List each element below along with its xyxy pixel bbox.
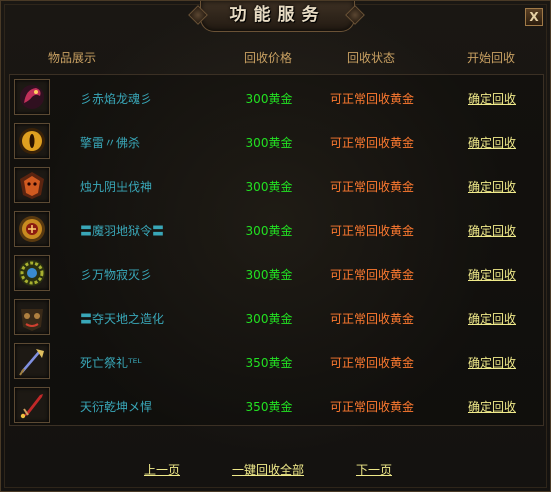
item-row: 死亡祭礼ᵀᴱᴸ 350黄金 可正常回收黄金 确定回收 [10,339,543,383]
item-name: 擎雷〃佛杀 [80,136,141,150]
beast-mask-icon [21,309,43,331]
recycle-service-panel: 功能服务 X 物品展示 回收价格 回收状态 开始回收 彡赤焰龙魂彡 300黄金 可正… [0,0,551,492]
item-status: 可正常回收黄金 [329,312,415,326]
close-button[interactable]: X [525,8,543,26]
header-action: 开始回收 [466,51,516,65]
next-page-link[interactable]: 下一页 [356,461,392,478]
item-row: 〓魔羽地狱令〓 300黄金 可正常回收黄金 确定回收 [10,207,543,251]
staff-icon [19,349,44,376]
header-item: 物品展示 [47,51,97,65]
confirm-recycle-link[interactable]: 确定回收 [468,134,516,151]
item-status: 可正常回收黄金 [329,356,415,370]
item-status: 可正常回收黄金 [329,92,415,106]
item-row: 彡赤焰龙魂彡 300黄金 可正常回收黄金 确定回收 [10,75,543,119]
confirm-recycle-link[interactable]: 确定回收 [468,354,516,371]
confirm-recycle-link[interactable]: 确定回收 [468,222,516,239]
item-row: 烛九阴㞢伐神 300黄金 可正常回收黄金 确定回收 [10,163,543,207]
title-plate: 功能服务 [200,1,355,32]
item-slot [14,123,50,159]
item-status: 可正常回收黄金 [329,136,415,150]
hell-token-icon [19,216,45,242]
item-price: 300黄金 [245,312,293,326]
confirm-recycle-link[interactable]: 确定回收 [468,398,516,415]
item-slot [14,79,50,115]
confirm-recycle-link[interactable]: 确定回收 [468,178,516,195]
item-name: 彡万物寂灭彡 [80,268,153,282]
item-row: 〓夺天地之造化 300黄金 可正常回收黄金 确定回收 [10,295,543,339]
item-slot [14,255,50,291]
item-price: 300黄金 [245,92,293,106]
item-slot [14,299,50,335]
prev-page-link[interactable]: 上一页 [144,461,180,478]
item-slot [14,343,50,379]
item-list: 彡赤焰龙魂彡 300黄金 可正常回收黄金 确定回收 擎雷〃佛杀 300黄金 可正常回收黄金确… [9,74,544,426]
confirm-recycle-link[interactable]: 确定回收 [468,310,516,327]
item-status: 可正常回收黄金 [329,180,415,194]
item-row: 彡万物寂灭彡 300黄金 可正常回收黄金 确定回收 [10,251,543,295]
item-slot [14,211,50,247]
item-price: 350黄金 [245,400,293,414]
item-status: 可正常回收黄金 [329,400,415,414]
item-price: 350黄金 [245,356,293,370]
item-row: 天衍乾坤メ悍 350黄金 可正常回收黄金 确定回收 [10,383,543,427]
crimson-blade-icon [20,394,43,419]
item-row: 擎雷〃佛杀 300黄金 可正常回收黄金 确定回收 [10,119,543,163]
jade-emblem-icon [19,260,45,286]
item-price: 300黄金 [245,180,293,194]
item-price: 300黄金 [245,136,293,150]
confirm-recycle-link[interactable]: 确定回收 [468,266,516,283]
item-name: 〓夺天地之造化 [80,312,165,326]
item-price: 300黄金 [245,224,293,238]
item-slot [14,387,50,423]
item-slot [14,167,50,203]
item-name: 死亡祭礼ᵀᴱᴸ [80,356,142,370]
item-status: 可正常回收黄金 [329,224,415,238]
header-status: 回收状态 [346,51,396,65]
item-price: 300黄金 [245,268,293,282]
header-price: 回收价格 [243,51,293,65]
demon-shield-icon [20,172,44,199]
item-name: 〓魔羽地狱令〓 [80,224,165,238]
golden-eye-icon [19,128,45,154]
dragon-soul-icon [20,85,44,109]
recycle-all-link[interactable]: 一键回收全部 [232,461,304,478]
window-title: 功能服务 [229,5,326,25]
item-name: 天衍乾坤メ悍 [80,400,153,414]
item-name: 烛九阴㞢伐神 [80,180,153,194]
item-status: 可正常回收黄金 [329,268,415,282]
item-name: 彡赤焰龙魂彡 [80,92,153,106]
confirm-recycle-link[interactable]: 确定回收 [468,90,516,107]
